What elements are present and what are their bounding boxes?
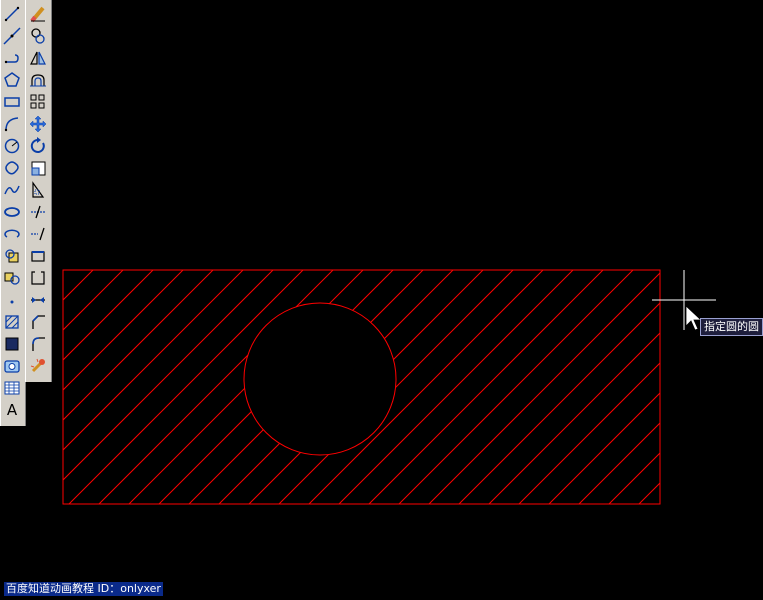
hatch-line — [63, 270, 214, 421]
cad-application: A 指定圆的圆 百度知道动画教程 ID：onlyxer — [0, 0, 763, 600]
hatch-line — [428, 272, 660, 504]
make-block-icon[interactable] — [1, 267, 23, 288]
ellipse-arc-icon[interactable] — [1, 223, 23, 244]
hatch-line — [518, 362, 660, 504]
hatch-line — [548, 392, 660, 504]
ellipse-icon[interactable] — [1, 201, 23, 222]
offset-icon[interactable] — [26, 69, 50, 90]
hatch-pattern — [63, 270, 763, 504]
array-icon[interactable] — [26, 91, 50, 112]
modify-toolbar — [25, 0, 52, 382]
break-icon[interactable] — [26, 267, 50, 288]
hatch-line — [63, 270, 154, 361]
hatch-line — [63, 270, 64, 271]
point-icon[interactable] — [1, 289, 23, 310]
watermark: 百度知道动画教程 ID：onlyxer — [4, 582, 163, 596]
revision-cloud-icon[interactable] — [1, 157, 23, 178]
hatch-line — [699, 270, 763, 504]
region-icon[interactable] — [1, 355, 23, 376]
rectangle-icon[interactable] — [1, 91, 23, 112]
hatch-line — [669, 270, 763, 504]
move-icon[interactable] — [26, 113, 50, 134]
hatch-line — [759, 270, 763, 504]
fillet-icon[interactable] — [26, 333, 50, 354]
cursor-tooltip: 指定圆的圆 — [700, 318, 763, 336]
construction-line-icon[interactable] — [1, 25, 23, 46]
multiline-text-icon[interactable]: A — [1, 399, 23, 420]
copy-icon[interactable] — [26, 25, 50, 46]
text-tool-label: A — [6, 400, 18, 419]
hatch-line — [458, 302, 660, 504]
stretch-icon[interactable] — [26, 179, 50, 200]
arrow-pointer-icon — [685, 305, 703, 331]
hatch-line — [729, 270, 763, 504]
polygon-icon[interactable] — [1, 69, 23, 90]
hatch-line — [488, 332, 660, 504]
drawing-canvas[interactable] — [52, 0, 763, 600]
arc-icon[interactable] — [1, 113, 23, 134]
trim-icon[interactable] — [26, 201, 50, 222]
explode-icon[interactable] — [26, 355, 50, 376]
hatch-icon[interactable] — [1, 311, 23, 332]
break-at-point-icon[interactable] — [26, 245, 50, 266]
circle-icon[interactable] — [1, 135, 23, 156]
insert-block-icon[interactable] — [1, 245, 23, 266]
erase-icon[interactable] — [26, 3, 50, 24]
drawn-circle[interactable] — [243, 302, 397, 456]
hatch-line — [368, 270, 604, 504]
scale-icon[interactable] — [26, 157, 50, 178]
table-icon[interactable] — [1, 377, 23, 398]
hatch-line — [63, 270, 94, 301]
gradient-icon[interactable] — [1, 333, 23, 354]
polyline-icon[interactable] — [1, 47, 23, 68]
join-icon[interactable] — [26, 289, 50, 310]
chamfer-icon[interactable] — [26, 311, 50, 332]
line-icon[interactable] — [1, 3, 23, 24]
hatch-line — [398, 270, 634, 504]
extend-icon[interactable] — [26, 223, 50, 244]
rotate-icon[interactable] — [26, 135, 50, 156]
mirror-icon[interactable] — [26, 47, 50, 68]
draw-toolbar: A — [0, 0, 26, 426]
hatch-line — [608, 452, 660, 504]
drawing-svg — [62, 269, 763, 505]
spline-icon[interactable] — [1, 179, 23, 200]
hatch-line — [63, 270, 274, 481]
